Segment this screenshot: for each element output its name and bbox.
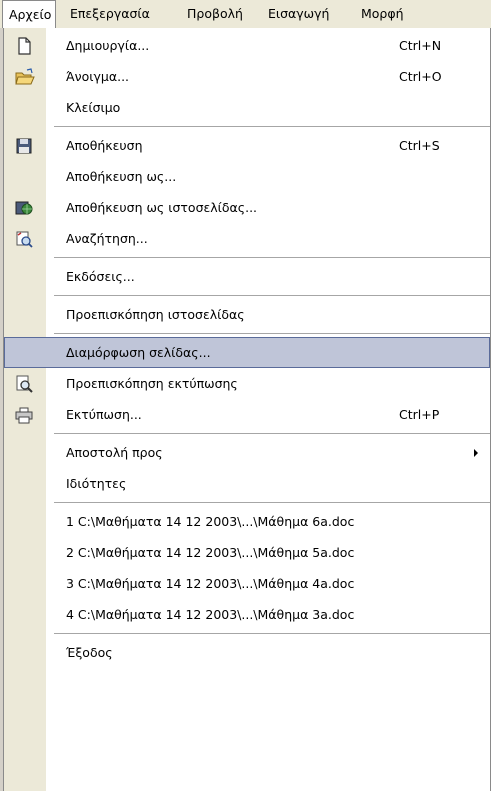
- menu-item-close[interactable]: Κλείσιμο: [4, 92, 490, 123]
- menubar-insert[interactable]: Εισαγωγή: [262, 0, 335, 28]
- menu-item-label: Αποστολή προς: [66, 445, 163, 460]
- recent-file-label: 2 C:\Μαθήματα 14 12 2003\...\Μάθημα 5a.d…: [66, 545, 355, 560]
- menu-item-search[interactable]: Αναζήτηση...: [4, 223, 490, 254]
- menubar-file[interactable]: Αρχείο: [2, 0, 56, 29]
- file-menu: Δημιουργία... Ctrl+N Άνοιγμα... Ctrl+O Κ…: [3, 28, 491, 791]
- save-web-page-icon: [14, 198, 34, 218]
- menu-separator: [54, 433, 490, 434]
- menu-item-label: Άνοιγμα...: [66, 69, 130, 84]
- save-floppy-icon: [14, 136, 34, 156]
- menu-item-open[interactable]: Άνοιγμα... Ctrl+O: [4, 61, 490, 92]
- menu-separator: [54, 633, 490, 634]
- menu-separator: [54, 502, 490, 503]
- menu-item-versions[interactable]: Εκδόσεις...: [4, 261, 490, 292]
- submenu-arrow-icon: [474, 449, 478, 457]
- menu-item-label: Διαμόρφωση σελίδας...: [66, 345, 211, 360]
- open-folder-icon: [14, 67, 35, 87]
- shortcut-label: Ctrl+P: [399, 407, 440, 422]
- menu-item-label: Έξοδος: [66, 645, 113, 660]
- recent-file-label: 4 C:\Μαθήματα 14 12 2003\...\Μάθημα 3a.d…: [66, 607, 355, 622]
- menu-item-label: Εκδόσεις...: [66, 269, 135, 284]
- menubar-format[interactable]: Μορφή: [355, 0, 410, 28]
- recent-file-label: 3 C:\Μαθήματα 14 12 2003\...\Μάθημα 4a.d…: [66, 576, 355, 591]
- menu-item-recent-file-4[interactable]: 4 C:\Μαθήματα 14 12 2003\...\Μάθημα 3a.d…: [4, 599, 490, 630]
- menu-item-label: Αποθήκευση ως...: [66, 169, 177, 184]
- menu-item-label: Αποθήκευση: [66, 138, 143, 153]
- menu-separator: [54, 257, 490, 258]
- menu-separator: [54, 295, 490, 296]
- menu-item-label: Ιδιότητες: [66, 476, 127, 491]
- menu-item-recent-file-3[interactable]: 3 C:\Μαθήματα 14 12 2003\...\Μάθημα 4a.d…: [4, 568, 490, 599]
- menu-item-save-as-web[interactable]: Αποθήκευση ως ιστοσελίδας...: [4, 192, 490, 223]
- shortcut-label: Ctrl+S: [399, 138, 440, 153]
- menu-item-recent-file-2[interactable]: 2 C:\Μαθήματα 14 12 2003\...\Μάθημα 5a.d…: [4, 537, 490, 568]
- file-search-icon: [14, 229, 34, 249]
- menu-separator: [54, 126, 490, 127]
- menu-item-save[interactable]: Αποθήκευση Ctrl+S: [4, 130, 490, 161]
- menu-item-save-as[interactable]: Αποθήκευση ως...: [4, 161, 490, 192]
- menu-item-print-preview[interactable]: Προεπισκόπηση εκτύπωσης: [4, 368, 490, 399]
- recent-file-label: 1 C:\Μαθήματα 14 12 2003\...\Μάθημα 6a.d…: [66, 514, 355, 529]
- menu-item-label: Προεπισκόπηση ιστοσελίδας: [66, 307, 245, 322]
- menu-item-exit[interactable]: Έξοδος: [4, 637, 490, 668]
- printer-icon: [14, 405, 34, 425]
- shortcut-label: Ctrl+O: [399, 69, 442, 84]
- menu-separator: [54, 333, 490, 334]
- menu-item-web-preview[interactable]: Προεπισκόπηση ιστοσελίδας: [4, 299, 490, 330]
- new-document-icon: [14, 36, 34, 56]
- menu-item-send-to[interactable]: Αποστολή προς: [4, 437, 490, 468]
- menu-item-label: Δημιουργία...: [66, 38, 150, 53]
- menu-item-print[interactable]: Εκτύπωση... Ctrl+P: [4, 399, 490, 430]
- shortcut-label: Ctrl+N: [399, 38, 442, 53]
- menu-item-new[interactable]: Δημιουργία... Ctrl+N: [4, 30, 490, 61]
- menu-item-label: Εκτύπωση...: [66, 407, 142, 422]
- menubar-edit[interactable]: Επεξεργασία: [64, 0, 156, 28]
- menu-item-label: Αποθήκευση ως ιστοσελίδας...: [66, 200, 258, 215]
- menu-item-label: Προεπισκόπηση εκτύπωσης: [66, 376, 238, 391]
- menu-item-properties[interactable]: Ιδιότητες: [4, 468, 490, 499]
- menu-item-recent-file-1[interactable]: 1 C:\Μαθήματα 14 12 2003\...\Μάθημα 6a.d…: [4, 506, 490, 537]
- menu-item-label: Αναζήτηση...: [66, 231, 148, 246]
- menu-bar: Αρχείο Επεξεργασία Προβολή Εισαγωγή Μορφ…: [0, 0, 491, 29]
- print-preview-icon: [14, 374, 34, 394]
- menu-item-page-setup[interactable]: Διαμόρφωση σελίδας...: [4, 337, 490, 368]
- menubar-view[interactable]: Προβολή: [181, 0, 249, 28]
- menu-item-label: Κλείσιμο: [66, 100, 121, 115]
